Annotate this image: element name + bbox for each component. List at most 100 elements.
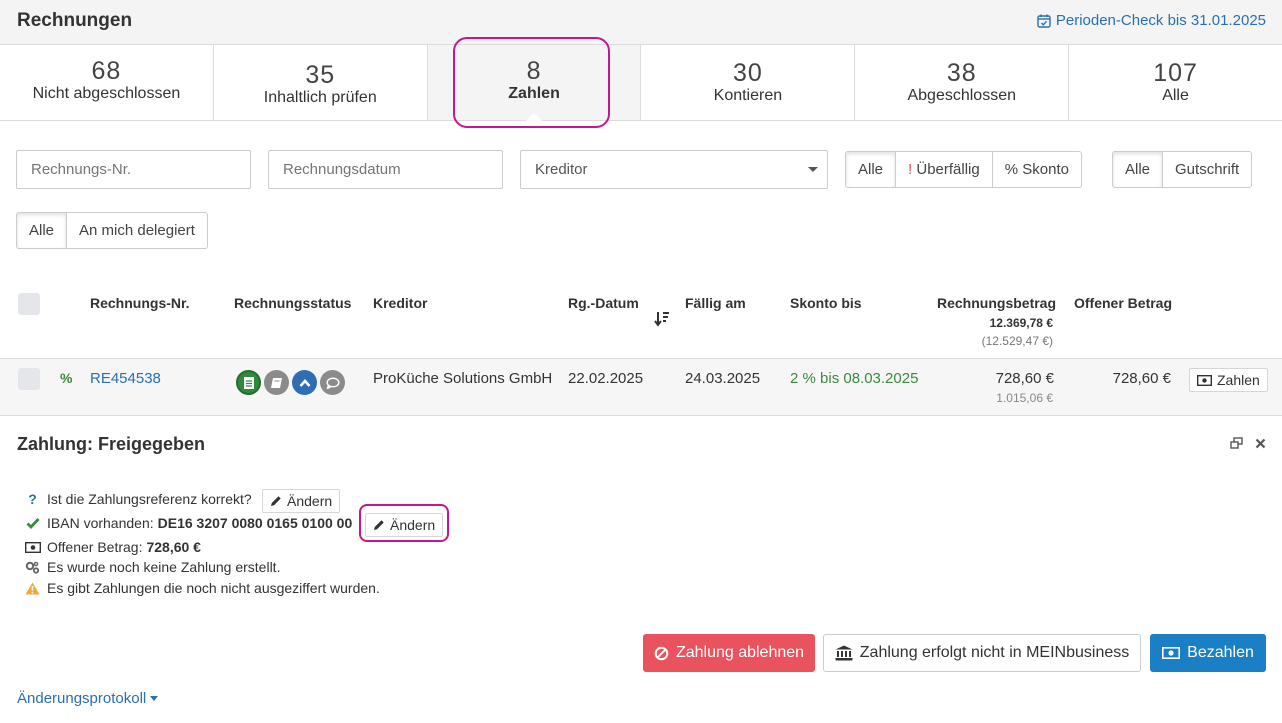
tab-label: Zahlen — [508, 85, 560, 102]
book-icon[interactable] — [264, 370, 289, 395]
close-icon[interactable] — [1255, 438, 1266, 449]
change-iban-button[interactable]: Ändern — [365, 513, 444, 537]
invoice-number-input[interactable] — [16, 150, 251, 189]
column-header-status[interactable]: Rechnungsstatus — [234, 295, 351, 311]
payment-panel-title: Zahlung: Freigegeben — [17, 434, 206, 454]
iban-label: IBAN vorhanden: — [47, 515, 154, 531]
money-icon — [1197, 374, 1212, 386]
money-icon — [1162, 647, 1181, 659]
pay-row-button[interactable]: Zahlen — [1189, 368, 1268, 392]
column-header-due-date[interactable]: Fällig am — [685, 295, 746, 311]
tab-count: 38 — [946, 59, 977, 87]
no-payment-text: Es wurde noch keine Zahlung erstellt. — [47, 559, 281, 575]
pay-row-label: Zahlen — [1217, 372, 1260, 388]
due-filter-overdue-label: Überfällig — [916, 161, 980, 178]
check-iban: IBAN vorhanden: DE16 3207 0080 0165 0100… — [24, 515, 352, 531]
column-header-invoice-no[interactable]: Rechnungs-Nr. — [90, 295, 190, 311]
tab-alle[interactable]: 107 Alle — [1069, 45, 1282, 120]
warning-text: Es gibt Zahlungen die noch nicht ausgezi… — [47, 580, 380, 596]
invoice-date: 22.02.2025 — [568, 370, 644, 387]
exclamation-icon: ! — [908, 161, 913, 178]
pencil-icon — [271, 496, 281, 506]
tab-kontieren[interactable]: 30 Kontieren — [641, 45, 856, 120]
row-checkbox[interactable] — [18, 368, 40, 390]
check-warning: Es gibt Zahlungen die noch nicht ausgezi… — [24, 580, 380, 596]
tab-count: 30 — [732, 59, 763, 87]
creditor-name: ProKüche Solutions GmbH — [373, 370, 553, 387]
tab-label: Nicht abgeschlossen — [32, 85, 181, 102]
column-header-invoice-date[interactable]: Rg.-Datum — [568, 295, 639, 311]
tab-count: 8 — [526, 57, 542, 85]
amount-total-net: 12.369,78 € — [989, 316, 1053, 330]
type-filter-credit-note[interactable]: Gutschrift — [1163, 152, 1251, 187]
sort-desc-icon[interactable] — [654, 311, 670, 327]
open-amount-value: 728,60 € — [146, 539, 201, 555]
chevron-up-icon[interactable] — [292, 370, 317, 395]
comment-icon[interactable] — [320, 370, 345, 395]
pencil-icon — [374, 520, 384, 530]
tab-label: Inhaltlich prüfen — [263, 89, 377, 106]
question-icon: ? — [28, 491, 37, 507]
tab-count: 35 — [305, 61, 336, 89]
changelog-label: Änderungsprotokoll — [17, 690, 147, 707]
caret-down-icon — [150, 696, 159, 701]
select-all-checkbox[interactable] — [18, 293, 40, 315]
panel-controls — [1230, 437, 1266, 449]
tab-count: 68 — [91, 57, 122, 85]
tab-abgeschlossen[interactable]: 38 Abgeschlossen — [855, 45, 1070, 120]
changelog-toggle[interactable]: Änderungsprotokoll — [17, 690, 159, 707]
percent-icon: % — [1004, 161, 1019, 178]
restore-window-icon[interactable] — [1230, 437, 1243, 449]
change-reference-label: Ändern — [287, 493, 333, 509]
pay-button[interactable]: Bezahlen — [1150, 634, 1266, 672]
column-header-amount[interactable]: Rechnungsbetrag — [937, 295, 1056, 311]
delegation-filter-delegated-to-me[interactable]: An mich delegiert — [67, 213, 207, 248]
ban-icon — [654, 646, 669, 660]
type-filter-all[interactable]: Alle — [1113, 152, 1164, 187]
tab-label: Abgeschlossen — [907, 87, 1016, 104]
change-iban-label: Ändern — [390, 517, 436, 533]
open-amount: 728,60 € — [1112, 370, 1171, 387]
caret-down-icon — [808, 167, 818, 172]
external-payment-label: Zahlung erfolgt nicht in MEINbusiness — [859, 644, 1130, 661]
period-check-link[interactable]: Perioden-Check bis 31.01.2025 — [1037, 12, 1266, 29]
skonto-until: 2 % bis 08.03.2025 — [790, 370, 919, 387]
iban-value: DE16 3207 0080 0165 0100 00 — [157, 515, 353, 531]
due-date: 24.03.2025 — [685, 370, 761, 387]
due-filter-skonto[interactable]: % Skonto — [993, 152, 1081, 187]
bank-icon — [835, 645, 853, 661]
tab-inhaltlich-pruefen[interactable]: 35 Inhaltlich prüfen — [214, 45, 428, 120]
due-filter-overdue[interactable]: ! Überfällig — [896, 152, 993, 187]
check-icon — [26, 518, 40, 529]
page-header: Rechnungen Perioden-Check bis 31.01.2025 — [0, 0, 1282, 45]
invoice-date-input[interactable] — [268, 150, 503, 189]
status-tabs: 68 Nicht abgeschlossen 35 Inhaltlich prü… — [0, 45, 1282, 121]
due-filter-all[interactable]: Alle — [846, 152, 897, 187]
period-check-label: Perioden-Check bis 31.01.2025 — [1055, 12, 1266, 29]
status-icons — [236, 370, 345, 395]
column-header-creditor[interactable]: Kreditor — [373, 295, 427, 311]
skonto-flag: % — [60, 370, 73, 386]
delegation-filter-all[interactable]: Alle — [17, 213, 68, 248]
document-icon[interactable] — [236, 370, 261, 395]
invoice-amount-gross: 1.015,06 € — [996, 391, 1053, 405]
money-icon — [24, 541, 41, 553]
external-payment-button[interactable]: Zahlung erfolgt nicht in MEINbusiness — [823, 634, 1141, 672]
table-row[interactable] — [0, 358, 1282, 416]
column-header-skonto[interactable]: Skonto bis — [790, 295, 862, 311]
warning-icon — [25, 582, 40, 594]
change-reference-button[interactable]: Ändern — [262, 489, 341, 513]
type-filter-group: Alle Gutschrift — [1112, 151, 1253, 188]
check-open-amount: Offener Betrag: 728,60 € — [24, 539, 201, 555]
reject-payment-button[interactable]: Zahlung ablehnen — [643, 634, 815, 672]
column-header-open-amount[interactable]: Offener Betrag — [1074, 295, 1172, 311]
pay-label: Bezahlen — [1187, 644, 1254, 661]
invoice-number-link[interactable]: RE454538 — [90, 370, 161, 387]
tab-nicht-abgeschlossen[interactable]: 68 Nicht abgeschlossen — [0, 45, 214, 120]
creditor-select[interactable]: Kreditor — [520, 150, 828, 189]
creditor-select-value: Kreditor — [535, 161, 588, 178]
gears-icon — [25, 561, 40, 574]
payment-reference-question: Ist die Zahlungsreferenz korrekt? — [47, 491, 252, 507]
tab-zahlen[interactable]: 8 Zahlen — [427, 45, 642, 120]
check-payment-reference: ? Ist die Zahlungsreferenz korrekt? — [24, 491, 252, 507]
